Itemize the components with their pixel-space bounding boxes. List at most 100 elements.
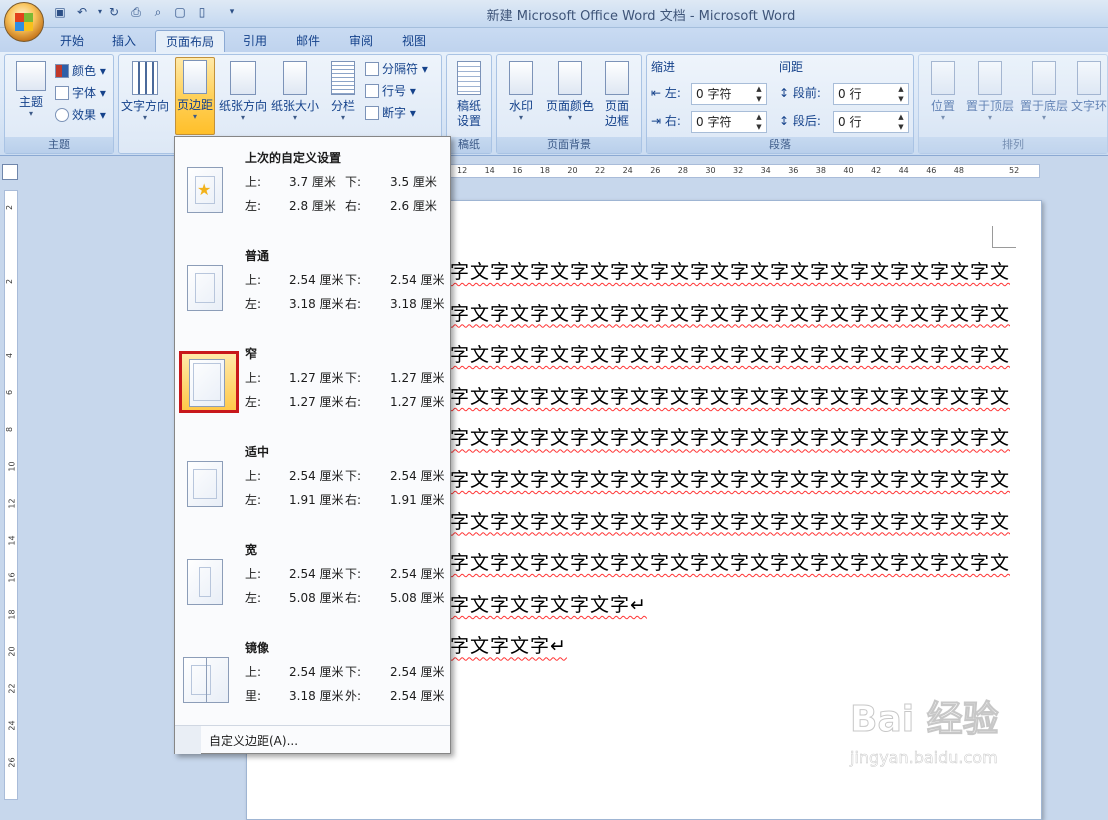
- margin-value-top: 2.54 厘米: [289, 469, 344, 483]
- vertical-ruler[interactable]: 2 2 4 6 8 10 12 14 16 18 20 22 24 26: [4, 190, 18, 800]
- text-wrap-label: 文字环: [1071, 99, 1107, 113]
- chevron-down-icon: ▾: [940, 113, 945, 122]
- page-background-group-label: 页面背景: [497, 137, 641, 153]
- document-text-line[interactable]: 字文字文字文字文字文字文字文字文字文字文字文字文字文字文字: [450, 299, 1010, 329]
- margin-value-left: 2.8 厘米: [289, 199, 336, 213]
- breaks-button[interactable]: 分隔符 ▾: [365, 59, 428, 79]
- margin-value-bottom: 2.54 厘米: [390, 665, 445, 679]
- margin-value-top: 3.7 厘米: [289, 175, 336, 189]
- margin-preset-5[interactable]: 镜像 上: 2.54 厘米 下: 2.54 厘米 里: 3.18 厘米 外: 2.54 厘米: [175, 631, 450, 727]
- margin-value-right-label: 右:: [345, 297, 362, 311]
- draft-settings-label-2: 设置: [456, 114, 481, 128]
- tab-home[interactable]: 开始: [50, 30, 94, 52]
- bring-to-front-button[interactable]: 置于顶层 ▾: [965, 59, 1015, 131]
- document-text-line[interactable]: 字文字文字文字文字文字文字文字文字文字文字文字文字文字文字: [450, 548, 1010, 578]
- indent-left-input[interactable]: 0 字符 ▲ ▼: [691, 83, 767, 105]
- indent-right-input[interactable]: 0 字符 ▲ ▼: [691, 111, 767, 133]
- theme-effects-button[interactable]: 效果 ▾: [55, 105, 106, 125]
- document-text-line[interactable]: 字文字文字文字文字文字文字文字文字文字文字文字文字文字文字: [450, 423, 1010, 453]
- ruler-tick-label: 24: [622, 166, 633, 175]
- margin-preset-1[interactable]: 普通 上: 2.54 厘米 下: 2.54 厘米 左: 3.18 厘米 右: 3.18 厘米: [175, 239, 450, 335]
- themes-button[interactable]: 主题 ▾: [7, 59, 55, 131]
- hyphenation-button[interactable]: 断字 ▾: [365, 103, 416, 123]
- margin-value-bottom: 3.5 厘米: [390, 175, 437, 189]
- spinner-arrows-icon[interactable]: ▲ ▼: [752, 84, 766, 104]
- spinner-arrows-icon[interactable]: ▲ ▼: [752, 112, 766, 132]
- document-text-line[interactable]: 字文字文字文字文字文字文字文字文字文字文字文字文字文字文字: [450, 382, 1010, 412]
- tab-view[interactable]: 视图: [392, 30, 436, 52]
- margin-guide: [195, 273, 215, 303]
- document-text-line[interactable]: 字文字文字↵: [450, 631, 1010, 661]
- breaks-icon: [365, 62, 379, 76]
- hyphenation-label: 断字: [382, 106, 407, 120]
- line-numbers-button[interactable]: 行号 ▾: [365, 81, 416, 101]
- send-to-back-button[interactable]: 置于底层 ▾: [1019, 59, 1069, 131]
- margin-preset-4[interactable]: 宽上: 2.54 厘米 下: 2.54 厘米 左: 5.08 厘米 右: 5.08 厘米: [175, 533, 450, 629]
- tab-review[interactable]: 审阅: [339, 30, 383, 52]
- margin-value-left: 3.18 厘米: [289, 297, 344, 311]
- document-text-line[interactable]: 字文字文字文字文字文字文字文字文字文字文字文字文字文字文字: [450, 507, 1010, 537]
- tab-references[interactable]: 引用: [233, 30, 277, 52]
- theme-fonts-label: 字体: [72, 86, 97, 100]
- paper-size-icon: [283, 61, 307, 95]
- document-text-line[interactable]: 字文字文字文字文字↵: [450, 590, 1010, 620]
- margins-button[interactable]: 页边距 ▾: [175, 57, 215, 135]
- office-button[interactable]: [4, 2, 44, 42]
- ruler-tick-label: 20: [567, 166, 578, 175]
- custom-margins-menu-item[interactable]: 自定义边距(A)...: [175, 725, 450, 754]
- margin-preset-name: 适中: [245, 445, 270, 459]
- ruler-tick-label: 14: [484, 166, 495, 175]
- margins-dropdown-menu: ★ 上次的自定义设置 上: 3.7 厘米 下: 3.5 厘米 左: 2.8 厘米 右: 2.6 厘…: [174, 136, 451, 754]
- fonts-icon: [55, 86, 69, 100]
- page-color-label: 页面颜色: [545, 99, 594, 113]
- tab-insert[interactable]: 插入: [102, 30, 146, 52]
- size-button[interactable]: 纸张大小 ▾: [271, 59, 319, 131]
- spacing-after-input[interactable]: 0 行 ▲ ▼: [833, 111, 909, 133]
- margin-value-top-label: 上:: [245, 567, 262, 581]
- page-borders-button[interactable]: 页面 边框: [597, 59, 637, 131]
- spacing-before-value: 0 行: [838, 87, 862, 101]
- paragraph-group-label: 段落: [647, 137, 913, 153]
- indent-right-value: 0 字符: [696, 115, 732, 129]
- spacing-after-value: 0 行: [838, 115, 862, 129]
- tab-page-layout[interactable]: 页面布局: [155, 30, 226, 52]
- draft-settings-button[interactable]: 稿纸 设置: [447, 59, 491, 131]
- margin-value-right: 3.18 厘米: [390, 297, 445, 311]
- ruler-tick-label: 48: [953, 166, 964, 175]
- watermark-button[interactable]: 水印 ▾: [499, 59, 543, 131]
- theme-fonts-button[interactable]: 字体 ▾: [55, 83, 106, 103]
- ruler-tick-label: 34: [760, 166, 771, 175]
- margin-value-right: 1.91 厘米: [390, 493, 445, 507]
- margin-preset-0[interactable]: ★ 上次的自定义设置 上: 3.7 厘米 下: 3.5 厘米 左: 2.8 厘米 右: 2.6 厘…: [175, 141, 450, 237]
- position-label: 位置: [930, 99, 955, 113]
- columns-button[interactable]: 分栏 ▾: [323, 59, 363, 131]
- ribbon: 主题 ▾ 颜色 ▾ 字体 ▾ 效果 ▾ 主题 文字方向 ▾ 页边距 ▾ 纸张方向…: [0, 52, 1108, 156]
- position-button[interactable]: 位置 ▾: [923, 59, 963, 131]
- margin-preset-3[interactable]: 适中 上: 2.54 厘米 下: 2.54 厘米 左: 1.91 厘米 右: 1.91 厘米: [175, 435, 450, 531]
- spinner-arrows-icon[interactable]: ▲ ▼: [894, 84, 908, 104]
- document-text-line[interactable]: 字文字文字文字文字文字文字文字文字文字文字文字文字文字文字: [450, 257, 1010, 287]
- margin-value-bottom: 2.54 厘米: [390, 273, 445, 287]
- spacing-before-input[interactable]: 0 行 ▲ ▼: [833, 83, 909, 105]
- tab-selector[interactable]: [2, 164, 18, 180]
- page-color-button[interactable]: 页面颜色 ▾: [543, 59, 597, 131]
- theme-colors-button[interactable]: 颜色 ▾: [55, 61, 106, 81]
- indent-title: 缩进: [651, 60, 676, 74]
- orientation-button[interactable]: 纸张方向 ▾: [219, 59, 267, 131]
- margin-value-bottom-label: 下:: [345, 665, 362, 679]
- margins-icon: [183, 60, 207, 94]
- spinner-arrows-icon[interactable]: ▲ ▼: [894, 112, 908, 132]
- margin-preset-name: 普通: [245, 249, 270, 263]
- document-text-line[interactable]: 字文字文字文字文字文字文字文字文字文字文字文字文字文字文字: [450, 340, 1010, 370]
- margin-value-left-label: 左:: [245, 493, 262, 507]
- margin-preset-2[interactable]: 窄上: 1.27 厘米 下: 1.27 厘米 左: 1.27 厘米 右: 1.27 厘米: [175, 337, 450, 433]
- text-direction-button[interactable]: 文字方向 ▾: [121, 59, 169, 131]
- margin-value-right: 2.6 厘米: [390, 199, 437, 213]
- tab-mailings[interactable]: 邮件: [286, 30, 330, 52]
- document-text-line[interactable]: 字文字文字文字文字文字文字文字文字文字文字文字文字文字文字: [450, 465, 1010, 495]
- horizontal-ruler[interactable]: 12 14 16 18 20 22 24 26 28 30 32 34 36 38 40 42 44 46 48 52: [450, 164, 1040, 178]
- spacing-after-label: ↕ 段后:: [779, 114, 821, 128]
- margin-value-left-label: 左:: [245, 297, 262, 311]
- margin-value-right-label: 右:: [345, 493, 362, 507]
- text-wrap-button[interactable]: 文字环: [1071, 59, 1107, 131]
